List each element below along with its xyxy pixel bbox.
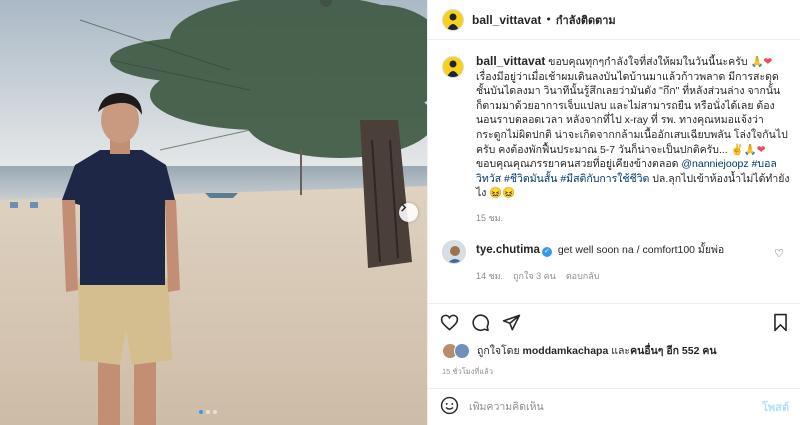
comment-item: tye.chutima ✓ get well soon na / comfort1… — [442, 240, 792, 283]
post-photo — [0, 0, 427, 425]
hashtag-link[interactable]: #มีสติกับการใช้ชีวิต — [560, 173, 649, 185]
post-comment-button[interactable]: โพสต์ — [762, 398, 789, 416]
mention-link[interactable]: @nanniejoopz — [681, 158, 748, 170]
smiley-icon[interactable] — [440, 396, 459, 419]
add-comment-bar: โพสต์ — [428, 388, 800, 425]
verified-badge-icon: ✓ — [541, 247, 552, 257]
comment-icon[interactable] — [471, 313, 490, 332]
bookmark-icon[interactable] — [772, 313, 789, 332]
reply-button[interactable]: ตอบกลับ — [566, 269, 600, 283]
carousel-dot — [206, 410, 210, 414]
comment-likes[interactable]: ถูกใจ 3 คน — [513, 269, 556, 283]
beach-photo-image — [0, 0, 427, 425]
avatar[interactable] — [442, 8, 464, 31]
hashtag-link[interactable]: #ชีวิตมันสั้น — [504, 173, 557, 185]
post-date[interactable]: 15 ชั่วโมงที่แล้ว — [442, 366, 493, 378]
comment-meta: 14 ชม. ถูกใจ 3 คน ตอบกลับ — [476, 269, 792, 283]
commenter-username[interactable]: tye.chutima — [476, 244, 540, 256]
action-bar — [428, 303, 800, 340]
caption-username[interactable]: ball_vittavat — [476, 54, 545, 68]
liked-by-and: และ — [611, 345, 631, 357]
post-header: ball_vittavat • กำลังติดตาม — [428, 0, 800, 40]
post-detail-panel: ball_vittavat • กำลังติดตาม ball_vittava… — [427, 0, 800, 425]
caption-text: ball_vittavat ขอบคุณทุกๆกำลังใจที่ส่งให้… — [476, 54, 792, 201]
pray-emoji: 🙏 — [750, 56, 764, 68]
heart-emoji: ❤ — [763, 56, 773, 68]
comment-text: get well soon na / comfort100 มั้ยพ่อ — [557, 244, 725, 256]
caption-time: 15 ชม. — [476, 212, 504, 223]
avatar[interactable] — [454, 342, 470, 359]
heart-outline-icon[interactable] — [440, 313, 459, 332]
victory-pray-emoji: ✌🙏 — [730, 143, 757, 156]
post-caption: ball_vittavat ขอบคุณทุกๆกำลังใจที่ส่งให้… — [442, 54, 792, 225]
others-likes-link[interactable]: คนอื่นๆ อีก 552 คน — [630, 342, 716, 359]
following-button[interactable]: กำลังติดตาม — [556, 11, 616, 29]
liked-by-prefix: ถูกใจโดย — [477, 345, 520, 357]
comment-like-icon[interactable]: ♡ — [774, 247, 784, 260]
comment-input[interactable] — [469, 401, 762, 413]
liker-username[interactable]: moddamkachapa — [523, 345, 609, 357]
likes-summary: ถูกใจโดย moddamkachapa และ คนอื่นๆ อีก 55… — [442, 342, 717, 359]
commenter-avatar[interactable] — [442, 240, 466, 264]
carousel-dot — [199, 410, 203, 414]
caption-thanks: ขอบคุณคุณภรรยาคนสวยที่อยู่เคียงข้างตลอด — [476, 158, 682, 171]
post-username[interactable]: ball_vittavat — [472, 13, 541, 27]
next-photo-button[interactable] — [399, 203, 418, 222]
confounded-emoji: 😖😖 — [489, 187, 516, 200]
avatar[interactable] — [442, 56, 464, 78]
paper-plane-icon[interactable] — [502, 313, 521, 332]
caption-line-1: ขอบคุณทุกๆกำลังใจที่ส่งให้ผมในวันนี้นะคร… — [548, 56, 748, 68]
comment-body: tye.chutima ✓ get well soon na / comfort1… — [476, 240, 792, 257]
liker-avatars — [442, 342, 472, 359]
header-separator: • — [545, 13, 552, 26]
heart-emoji: ❤ — [756, 143, 766, 156]
comment-time[interactable]: 14 ชม. — [476, 269, 503, 283]
carousel-indicator — [199, 410, 217, 414]
carousel-dot — [213, 410, 217, 414]
